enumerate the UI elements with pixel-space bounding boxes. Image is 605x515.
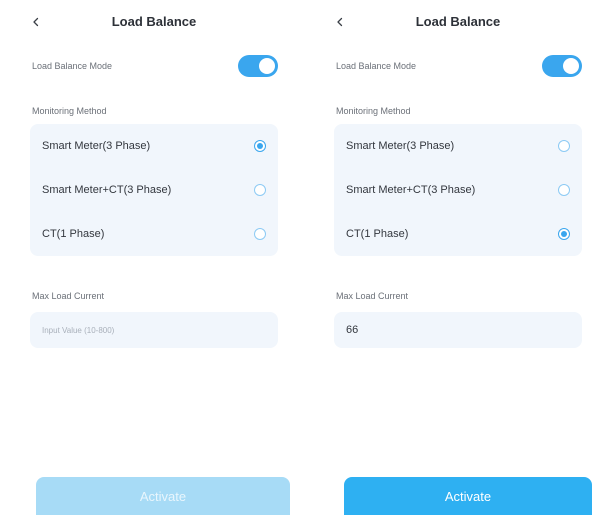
option-ct-1-phase[interactable]: CT(1 Phase) [30, 212, 278, 256]
load-balance-mode-toggle[interactable] [542, 55, 582, 77]
header: Load Balance [322, 0, 594, 44]
radio-button[interactable] [254, 228, 266, 240]
option-label: Smart Meter(3 Phase) [346, 140, 455, 152]
option-smart-meter-ct-3-phase[interactable]: Smart Meter+CT(3 Phase) [334, 168, 582, 212]
radio-button[interactable] [254, 184, 266, 196]
activate-button[interactable]: Activate [344, 477, 592, 515]
page-title: Load Balance [415, 14, 501, 29]
max-load-current-input[interactable] [30, 312, 278, 348]
option-ct-1-phase[interactable]: CT(1 Phase) [334, 212, 582, 256]
monitoring-method-options: Smart Meter(3 Phase) Smart Meter+CT(3 Ph… [334, 124, 582, 256]
toggle-knob [259, 58, 275, 74]
radio-button[interactable] [558, 140, 570, 152]
option-label: CT(1 Phase) [42, 228, 105, 240]
radio-button[interactable] [558, 228, 570, 240]
option-smart-meter-3-phase[interactable]: Smart Meter(3 Phase) [334, 124, 582, 168]
max-load-current-label: Max Load Current [336, 291, 409, 301]
activate-button[interactable]: Activate [36, 477, 290, 515]
load-balance-mode-label: Load Balance Mode [32, 61, 113, 71]
load-balance-mode-row: Load Balance Mode [32, 52, 278, 80]
monitoring-method-label: Monitoring Method [32, 106, 107, 116]
radio-button[interactable] [558, 184, 570, 196]
option-label: CT(1 Phase) [346, 228, 409, 240]
radio-button[interactable] [254, 140, 266, 152]
option-smart-meter-ct-3-phase[interactable]: Smart Meter+CT(3 Phase) [30, 168, 278, 212]
load-balance-mode-row: Load Balance Mode [336, 52, 582, 80]
load-balance-mode-label: Load Balance Mode [336, 61, 417, 71]
monitoring-method-options: Smart Meter(3 Phase) Smart Meter+CT(3 Ph… [30, 124, 278, 256]
max-load-current-input[interactable] [334, 312, 582, 348]
max-load-current-label: Max Load Current [32, 291, 105, 301]
monitoring-method-label: Monitoring Method [336, 106, 411, 116]
header: Load Balance [18, 0, 290, 44]
load-balance-screen-after: Load Balance Load Balance Mode Monitorin… [322, 0, 594, 515]
option-label: Smart Meter+CT(3 Phase) [346, 184, 476, 196]
load-balance-screen-before: Load Balance Load Balance Mode Monitorin… [18, 0, 290, 515]
option-smart-meter-3-phase[interactable]: Smart Meter(3 Phase) [30, 124, 278, 168]
toggle-knob [563, 58, 579, 74]
option-label: Smart Meter(3 Phase) [42, 140, 151, 152]
load-balance-mode-toggle[interactable] [238, 55, 278, 77]
option-label: Smart Meter+CT(3 Phase) [42, 184, 172, 196]
page-title: Load Balance [111, 14, 197, 29]
